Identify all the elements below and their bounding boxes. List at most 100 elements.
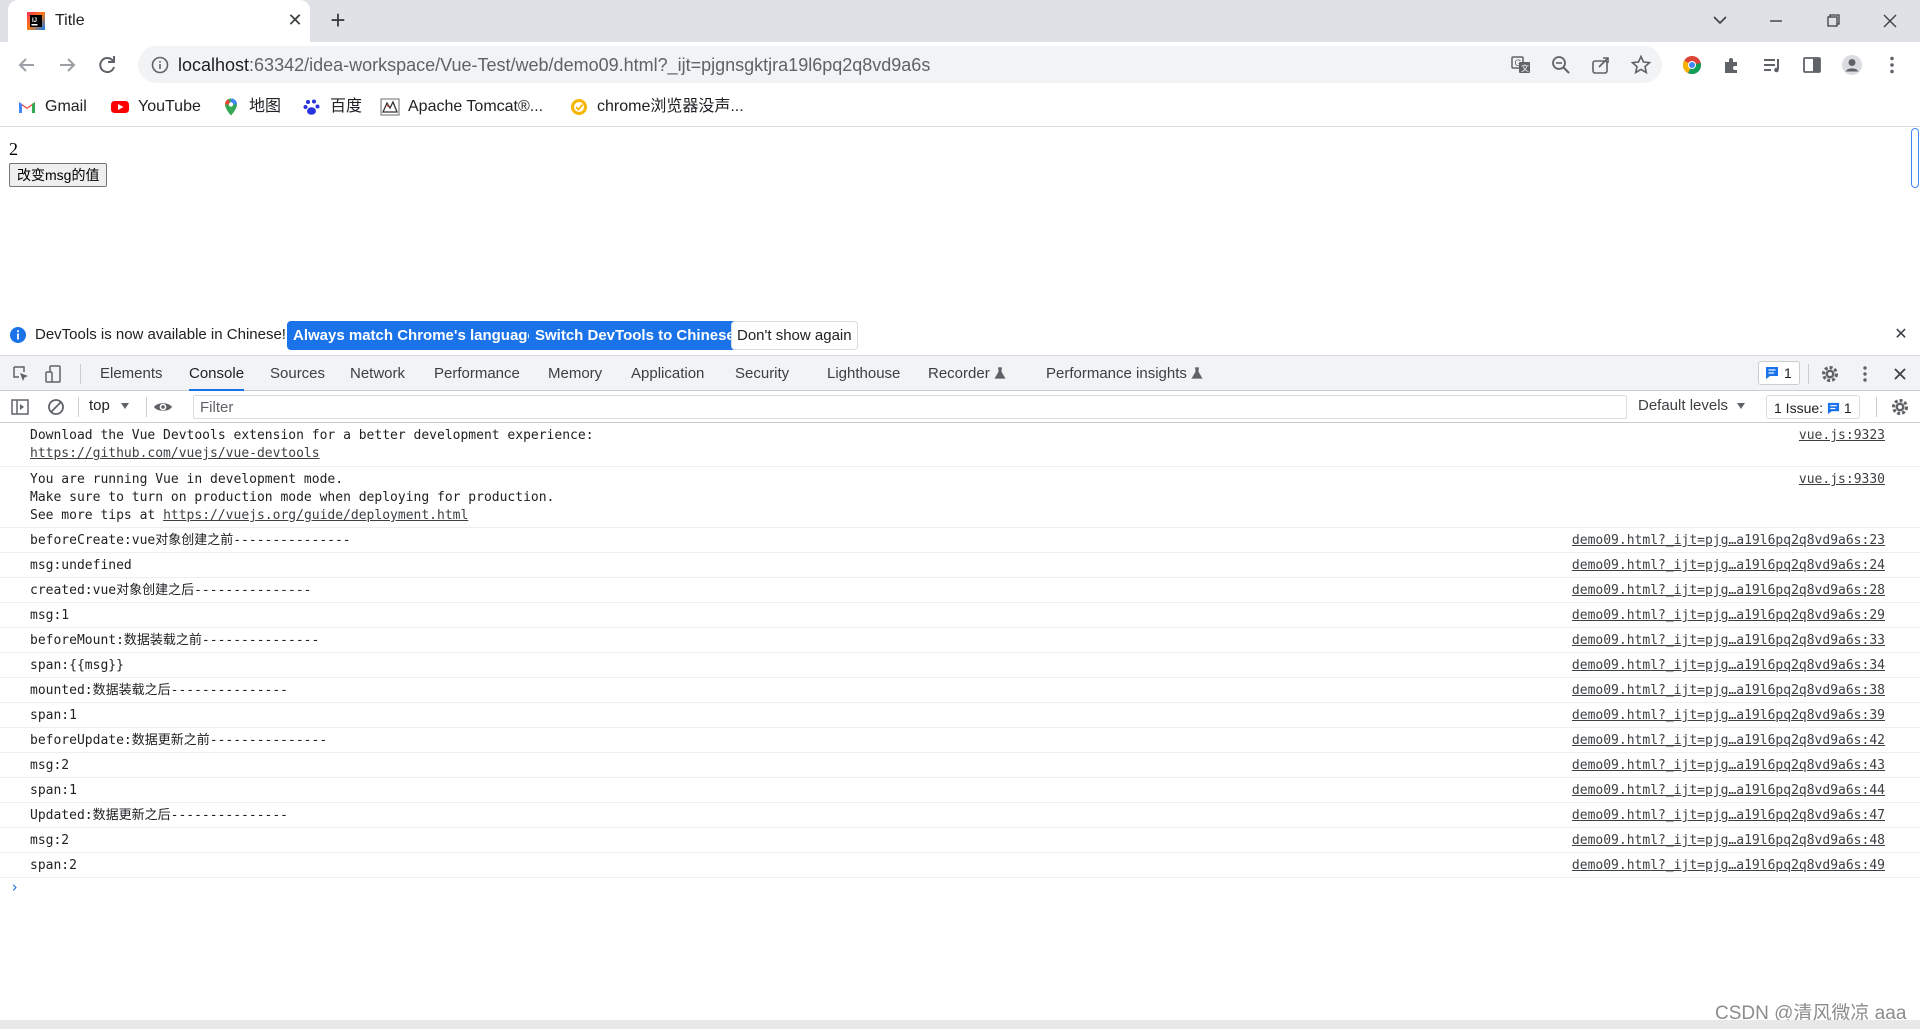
console-message: beforeUpdate:数据更新之前--------------- demo09… — [0, 728, 1920, 753]
message-source-link[interactable]: demo09.html?_ijt=pjg…a19l6pq2q8vd9a6s:23 — [1572, 532, 1885, 550]
share-icon[interactable] — [1590, 54, 1612, 76]
js-context-select[interactable]: top — [89, 397, 130, 414]
tab-lighthouse[interactable]: Lighthouse — [827, 356, 900, 391]
message-source-link[interactable]: demo09.html?_ijt=pjg…a19l6pq2q8vd9a6s:34 — [1572, 657, 1885, 675]
message-source-link[interactable]: demo09.html?_ijt=pjg…a19l6pq2q8vd9a6s:42 — [1572, 732, 1885, 750]
side-panel-icon[interactable] — [1801, 54, 1823, 76]
console-divider — [1876, 397, 1877, 417]
message-source-link[interactable]: vue.js:9323 — [1799, 427, 1885, 445]
page-scrollbar[interactable] — [1909, 128, 1920, 315]
infobar-message: DevTools is now available in Chinese! — [35, 326, 286, 343]
live-expression-eye-icon[interactable] — [153, 397, 173, 417]
profile-avatar-icon[interactable] — [1841, 54, 1863, 76]
console-output: Download the Vue Devtools extension for … — [0, 423, 1920, 1020]
message-source-link[interactable]: demo09.html?_ijt=pjg…a19l6pq2q8vd9a6s:28 — [1572, 582, 1885, 600]
tab-recorder[interactable]: Recorder — [928, 356, 1006, 391]
tab-application[interactable]: Application — [631, 356, 704, 391]
message-source-link[interactable]: demo09.html?_ijt=pjg…a19l6pq2q8vd9a6s:33 — [1572, 632, 1885, 650]
extensions-puzzle-icon[interactable] — [1721, 54, 1743, 76]
maps-pin-icon — [225, 98, 237, 116]
tab-performance[interactable]: Performance — [434, 356, 520, 391]
bookmark-tomcat[interactable]: Apache Tomcat®... — [380, 95, 543, 119]
bookmark-gmail[interactable]: Gmail — [17, 95, 87, 119]
console-settings-gear-icon[interactable] — [1890, 397, 1910, 417]
translate-icon[interactable]: G文 — [1510, 54, 1532, 76]
change-msg-button[interactable]: 改变msg的值 — [9, 163, 108, 187]
tomcat-icon — [380, 98, 400, 116]
bookmark-star-icon[interactable] — [1630, 54, 1652, 76]
message-text: beforeMount:数据装载之前--------------- — [30, 633, 320, 648]
issue-message-icon — [1827, 402, 1839, 415]
bookmark-youtube[interactable]: YouTube — [110, 95, 201, 119]
infobar-close-icon[interactable]: ✕ — [1892, 326, 1910, 344]
address-bar[interactable]: localhost:63342/idea-workspace/Vue-Test/… — [138, 46, 1662, 83]
tab-memory[interactable]: Memory — [548, 356, 602, 391]
reload-icon[interactable] — [92, 50, 122, 80]
tab-network[interactable]: Network — [350, 356, 405, 391]
clear-console-icon[interactable] — [46, 397, 66, 417]
message-source-link[interactable]: demo09.html?_ijt=pjg…a19l6pq2q8vd9a6s:29 — [1572, 607, 1885, 625]
switch-devtools-chinese-button[interactable]: Switch DevTools to Chinese — [529, 321, 741, 350]
browser-tab[interactable]: IJ Title ✕ — [8, 0, 310, 42]
message-source-link[interactable]: demo09.html?_ijt=pjg…a19l6pq2q8vd9a6s:48 — [1572, 832, 1885, 850]
tab-console[interactable]: Console — [189, 356, 245, 391]
tab-sources[interactable]: Sources — [270, 356, 325, 391]
dropdown-triangle-icon — [121, 403, 130, 409]
tab-security[interactable]: Security — [735, 356, 789, 391]
issues-badge-button[interactable]: 1 — [1758, 361, 1800, 385]
url-text[interactable]: localhost:63342/idea-workspace/Vue-Test/… — [178, 55, 930, 76]
chrome-extension-icon[interactable] — [1681, 54, 1703, 76]
inspect-element-icon[interactable] — [11, 364, 31, 384]
device-toolbar-icon[interactable] — [44, 364, 64, 384]
message-source-link[interactable]: demo09.html?_ijt=pjg…a19l6pq2q8vd9a6s:49 — [1572, 857, 1885, 875]
svg-text:文: 文 — [1521, 63, 1529, 73]
baidu-paw-icon — [303, 99, 320, 115]
tab-close-icon[interactable]: ✕ — [284, 9, 306, 31]
gmail-icon — [19, 101, 35, 113]
zoom-icon[interactable] — [1550, 54, 1572, 76]
youtube-icon — [111, 100, 129, 113]
back-arrow-icon[interactable] — [12, 50, 42, 80]
always-match-language-button[interactable]: Always match Chrome's language — [287, 321, 542, 350]
dont-show-again-button[interactable]: Don't show again — [731, 321, 858, 350]
devtools-settings-gear-icon[interactable] — [1820, 364, 1840, 384]
message-source-link[interactable]: demo09.html?_ijt=pjg…a19l6pq2q8vd9a6s:43 — [1572, 757, 1885, 775]
chrome-menu-kebab-icon[interactable] — [1881, 54, 1903, 76]
console-divider — [146, 397, 147, 417]
media-queue-icon[interactable] — [1761, 54, 1783, 76]
message-source-link[interactable]: vue.js:9330 — [1799, 471, 1885, 489]
message-text: Download the Vue Devtools extension for … — [30, 428, 594, 461]
message-text: created:vue对象创建之后--------------- — [30, 583, 312, 598]
restore-icon[interactable] — [1813, 6, 1853, 36]
site-info-icon[interactable] — [150, 55, 170, 75]
issue-message-icon — [1766, 367, 1778, 379]
console-filter-input[interactable] — [193, 395, 1627, 419]
vue-devtools-link[interactable]: https://github.com/vuejs/vue-devtools — [30, 446, 320, 461]
forward-arrow-icon[interactable] — [52, 50, 82, 80]
message-source-link[interactable]: demo09.html?_ijt=pjg…a19l6pq2q8vd9a6s:44 — [1572, 782, 1885, 800]
tab-elements[interactable]: Elements — [100, 356, 163, 391]
bookmark-chrome-tip[interactable]: chrome浏览器没声... — [569, 95, 744, 119]
minimize-icon[interactable] — [1756, 6, 1796, 36]
console-message: msg:undefined demo09.html?_ijt=pjg…a19l6p… — [0, 553, 1920, 578]
console-message: beforeMount:数据装载之前--------------- demo09.… — [0, 628, 1920, 653]
devtools-close-icon[interactable] — [1890, 364, 1910, 384]
window-close-icon[interactable] — [1870, 6, 1910, 36]
tab-search-chevron-icon[interactable] — [1700, 6, 1740, 36]
console-sidebar-icon[interactable] — [10, 397, 30, 417]
message-text: msg:1 — [30, 608, 70, 623]
log-levels-select[interactable]: Default levels — [1638, 397, 1746, 414]
new-tab-button[interactable]: + — [325, 7, 351, 34]
bookmark-maps[interactable]: 地图 — [221, 95, 281, 119]
devtools-more-kebab-icon[interactable] — [1855, 364, 1875, 384]
message-source-link[interactable]: demo09.html?_ijt=pjg…a19l6pq2q8vd9a6s:38 — [1572, 682, 1885, 700]
message-source-link[interactable]: demo09.html?_ijt=pjg…a19l6pq2q8vd9a6s:39 — [1572, 707, 1885, 725]
message-source-link[interactable]: demo09.html?_ijt=pjg…a19l6pq2q8vd9a6s:24 — [1572, 557, 1885, 575]
page-scrollbar-thumb[interactable] — [1911, 128, 1919, 188]
message-source-link[interactable]: demo09.html?_ijt=pjg…a19l6pq2q8vd9a6s:47 — [1572, 807, 1885, 825]
vue-deployment-link[interactable]: https://vuejs.org/guide/deployment.html — [163, 508, 468, 523]
bookmark-baidu[interactable]: 百度 — [302, 95, 362, 119]
tab-performance-insights[interactable]: Performance insights — [1046, 356, 1203, 391]
console-prompt[interactable]: › — [10, 878, 19, 896]
issues-count-button[interactable]: 1 Issue: 1 — [1766, 395, 1860, 419]
